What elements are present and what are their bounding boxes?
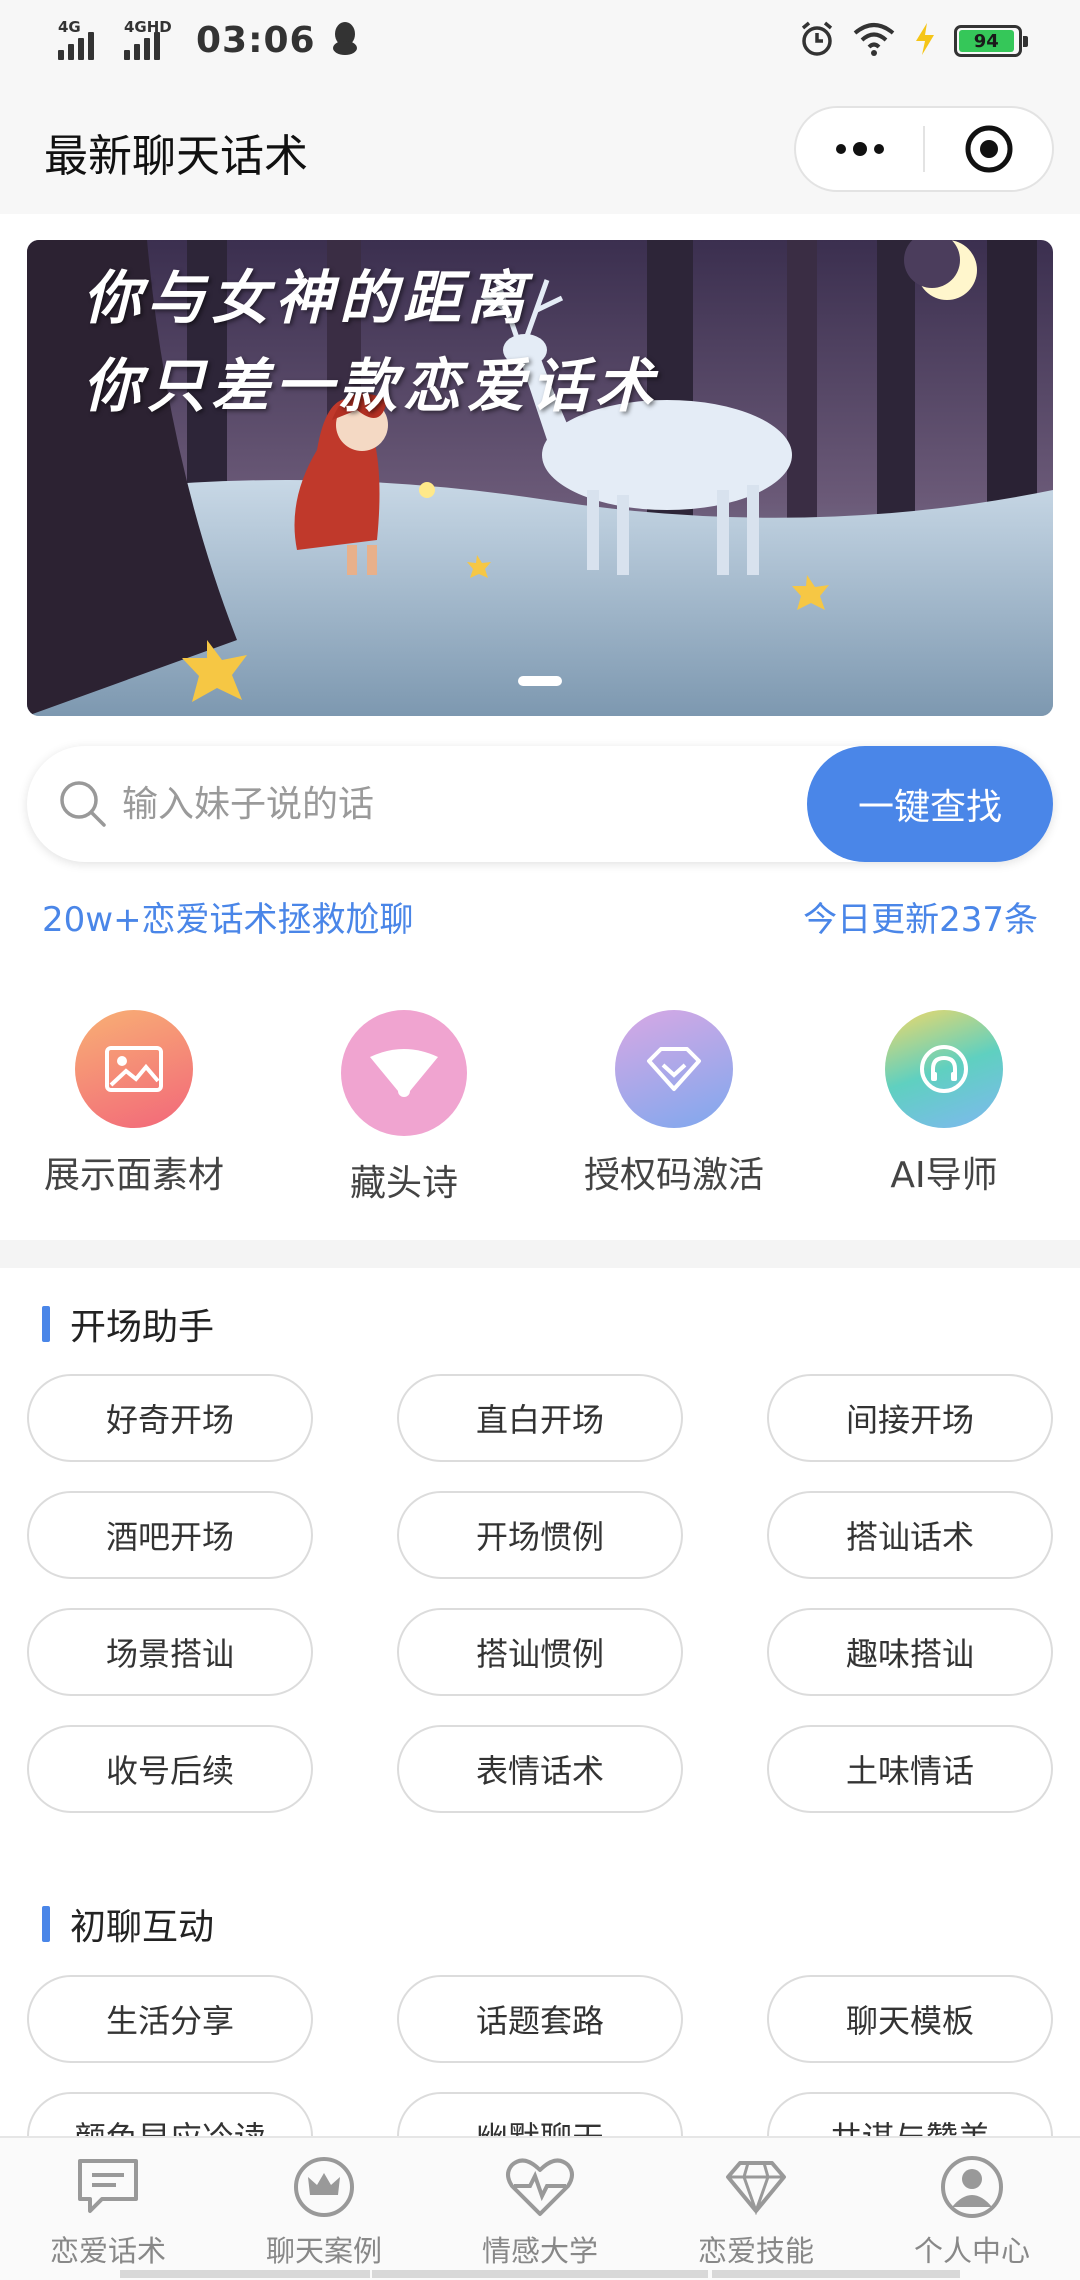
search-bar: 一键查找 (27, 746, 1053, 862)
banner-line-2: 你只差一款恋爱话术 (83, 352, 660, 420)
section-title-first-chat: 初聊互动 (42, 1898, 214, 1950)
battery-icon: 94 (954, 25, 1028, 57)
qq-penguin-icon (330, 20, 360, 60)
target-circle-icon (965, 125, 1012, 173)
heart-pulse-icon (432, 2152, 648, 2222)
daily-update-count: 今日更新237条 (803, 900, 1038, 940)
feature-label: 授权码激活 (583, 1155, 764, 1196)
banner-carousel[interactable]: 你与女神的距离 你只差一款恋爱话术 (27, 240, 1053, 716)
banner-line-1: 你与女神的距离 (83, 264, 532, 332)
tab-label: 个人中心 (913, 2234, 1030, 2268)
charging-bolt-icon (912, 21, 938, 61)
tab-emotion-university[interactable]: 情感大学 (432, 2152, 648, 2270)
gesture-bar-segment (712, 2270, 960, 2278)
gesture-bar-segment (120, 2270, 370, 2278)
tag-button[interactable]: 开场惯例 (397, 1491, 683, 1579)
feature-ai-mentor[interactable]: AI导师 (829, 1010, 1059, 1198)
feature-license-activation[interactable]: 授权码激活 (559, 1010, 789, 1198)
wifi-icon (852, 21, 896, 61)
feature-label: AI导师 (890, 1155, 998, 1196)
tag-button[interactable]: 搭讪惯例 (397, 1608, 683, 1696)
signal-4g-icon: 4G (58, 18, 110, 62)
carousel-indicator (518, 676, 562, 686)
signal-4ghd-icon: 4GHD (124, 18, 176, 62)
diamond-icon (615, 1010, 733, 1128)
tab-label: 聊天案例 (265, 2234, 382, 2268)
close-miniprogram-button[interactable] (925, 108, 1052, 190)
diamond-icon (648, 2152, 864, 2222)
search-icon (57, 778, 109, 834)
feature-label: 展示面素材 (43, 1155, 224, 1196)
tab-profile[interactable]: 个人中心 (864, 2152, 1080, 2270)
tag-button[interactable]: 土味情话 (767, 1725, 1053, 1813)
tag-button[interactable]: 表情话术 (397, 1725, 683, 1813)
tag-button[interactable]: 收号后续 (27, 1725, 313, 1813)
search-button[interactable]: 一键查找 (807, 746, 1053, 862)
crown-icon (216, 2152, 432, 2222)
alarm-icon (798, 20, 836, 62)
section-divider (0, 1240, 1080, 1268)
tag-button[interactable]: 场景搭讪 (27, 1608, 313, 1696)
feature-acrostic-poem[interactable]: 藏头诗 (289, 1010, 519, 1206)
section-title-text: 开场助手 (70, 1307, 215, 1348)
battery-level: 94 (973, 30, 999, 52)
headphones-icon (885, 1010, 1003, 1128)
chat-icon (0, 2152, 216, 2222)
tab-love-skills[interactable]: 恋爱技能 (648, 2152, 864, 2270)
tab-label: 恋爱技能 (697, 2234, 814, 2268)
feature-grid: 展示面素材 藏头诗 授权码激活 AI导师 (0, 1010, 1080, 1210)
tag-button[interactable]: 搭讪话术 (767, 1491, 1053, 1579)
feature-label: 藏头诗 (349, 1163, 458, 1204)
tag-button[interactable]: 间接开场 (767, 1374, 1053, 1462)
tab-chat-cases[interactable]: 聊天案例 (216, 2152, 432, 2270)
tag-button[interactable]: 直白开场 (397, 1374, 683, 1462)
person-icon (864, 2152, 1080, 2222)
tag-button[interactable]: 聊天模板 (767, 1975, 1053, 2063)
section-accent-bar (42, 1306, 50, 1342)
tag-button[interactable]: 生活分享 (27, 1975, 313, 2063)
promo-slogan: 20w+恋爱话术拯救尬聊 (42, 900, 414, 940)
gesture-bar-segment (372, 2270, 708, 2278)
fan-icon (341, 1010, 467, 1136)
tab-label: 情感大学 (481, 2234, 598, 2268)
page-title: 最新聊天话术 (44, 131, 308, 182)
image-icon (75, 1010, 193, 1128)
tag-button[interactable]: 趣味搭讪 (767, 1608, 1053, 1696)
section-title-text: 初聊互动 (70, 1907, 215, 1948)
bottom-tab-bar: 恋爱话术 聊天案例 情感大学 恋爱技能 个人中心 (0, 2136, 1080, 2280)
status-bar: 4G 4GHD 03:06 94 (0, 0, 1080, 84)
search-input[interactable] (122, 776, 702, 832)
more-dots-icon (835, 142, 884, 156)
tab-label: 恋爱话术 (49, 2234, 166, 2268)
feature-materials[interactable]: 展示面素材 (19, 1010, 249, 1198)
mini-program-capsule (794, 106, 1054, 192)
banner-slogan: 你与女神的距离 你只差一款恋爱话术 (83, 254, 659, 430)
tag-button[interactable]: 酒吧开场 (27, 1491, 313, 1579)
tab-love-scripts[interactable]: 恋爱话术 (0, 2152, 216, 2270)
tag-button[interactable]: 好奇开场 (27, 1374, 313, 1462)
tag-button[interactable]: 话题套路 (397, 1975, 683, 2063)
more-button[interactable] (796, 108, 923, 190)
section-title-opening: 开场助手 (42, 1298, 214, 1350)
status-time: 03:06 (196, 19, 316, 61)
section-accent-bar (42, 1906, 50, 1942)
navigation-bar: 最新聊天话术 (0, 84, 1080, 214)
